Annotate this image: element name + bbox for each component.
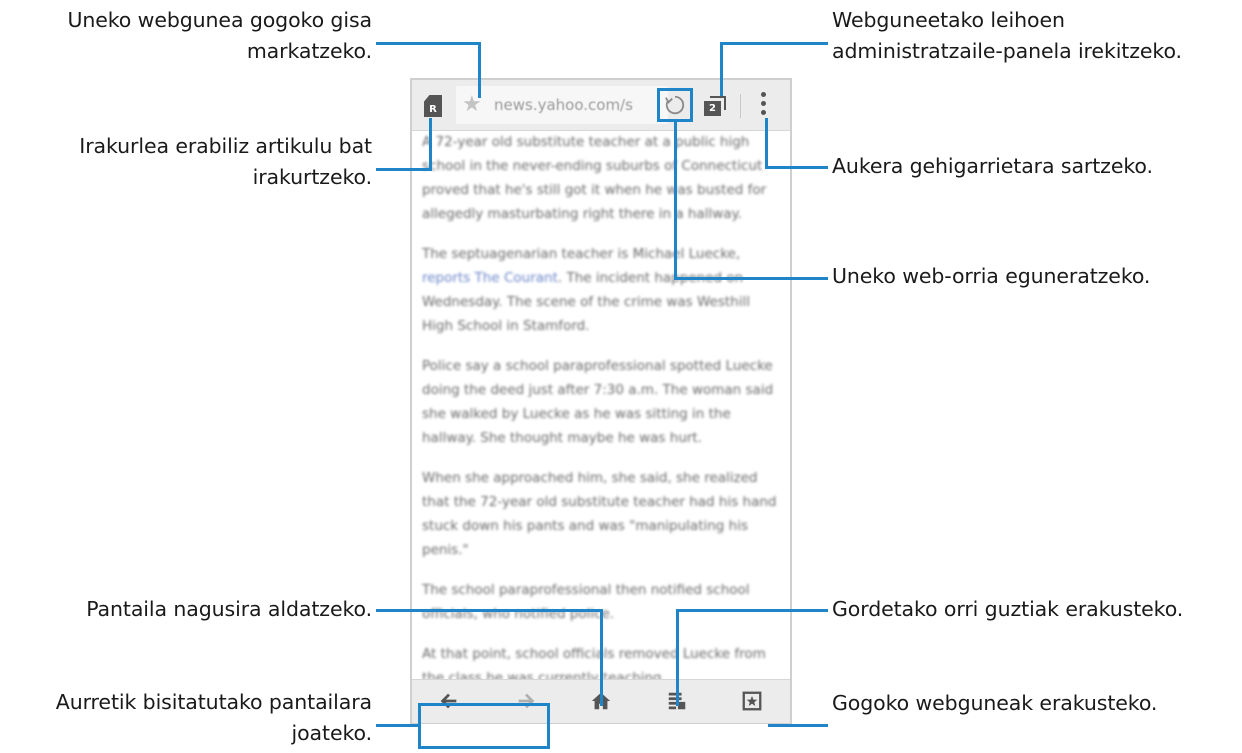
leader-line <box>429 118 432 171</box>
favorites-icon[interactable] <box>741 690 763 712</box>
callout-saved: Gordetako orri guztiak erakusteko. <box>832 597 1184 621</box>
browser-toolbar: R ★ news.yahoo.com/s 2 <box>412 80 790 131</box>
leader-line <box>376 724 420 727</box>
leader-line <box>720 42 723 96</box>
leader-line <box>676 609 828 612</box>
article-paragraph: A 72-year old substitute teacher at a pu… <box>422 134 767 222</box>
article-link[interactable]: reports The Courant <box>422 270 558 286</box>
refresh-highlight <box>657 88 693 122</box>
history-highlight <box>418 703 550 749</box>
leader-line <box>376 42 480 45</box>
callout-favorites: Gogoko webguneak erakusteko. <box>832 691 1158 715</box>
leader-line <box>768 724 828 727</box>
article-content: A 72-year old substitute teacher at a pu… <box>422 130 777 690</box>
more-options-icon[interactable] <box>761 92 767 118</box>
leader-line <box>674 277 828 280</box>
leader-line <box>376 168 432 171</box>
callout-history: Aurretik bisitatutako pantailara joateko… <box>55 690 372 745</box>
leader-line <box>676 609 679 706</box>
url-text: news.yahoo.com/s <box>494 96 633 114</box>
article-paragraph: The septuagenarian teacher is Michael Lu… <box>422 246 750 334</box>
leader-line <box>376 609 603 612</box>
leader-line <box>720 42 828 45</box>
leader-line <box>478 42 481 98</box>
tabs-icon[interactable]: 2 <box>704 96 726 116</box>
callout-bookmark: Uneko webgunea gogoko gisa markatzeko. <box>67 8 372 63</box>
article-paragraph: Police say a school paraprofessional spo… <box>422 358 774 446</box>
leader-line <box>765 118 768 169</box>
callout-refresh: Uneko web-orria eguneratzeko. <box>832 264 1151 288</box>
tab-count: 2 <box>704 101 721 116</box>
callout-more: Aukera gehigarrietara sartzeko. <box>832 154 1153 178</box>
reader-icon[interactable]: R <box>424 95 442 117</box>
callout-reader: Irakurlea erabiliz artikulu bat irakurtz… <box>79 134 372 189</box>
callout-home: Pantaila nagusira aldatzeko. <box>86 597 372 621</box>
url-field[interactable]: ★ news.yahoo.com/s <box>456 86 668 124</box>
toolbar-divider <box>740 94 741 118</box>
leader-line <box>765 166 828 169</box>
article-paragraph: When she approached him, she said, she r… <box>422 470 777 558</box>
callout-tabs: Webguneetako leihoen administratzaile-pa… <box>832 8 1182 63</box>
leader-line <box>674 121 677 280</box>
leader-line <box>600 609 603 706</box>
